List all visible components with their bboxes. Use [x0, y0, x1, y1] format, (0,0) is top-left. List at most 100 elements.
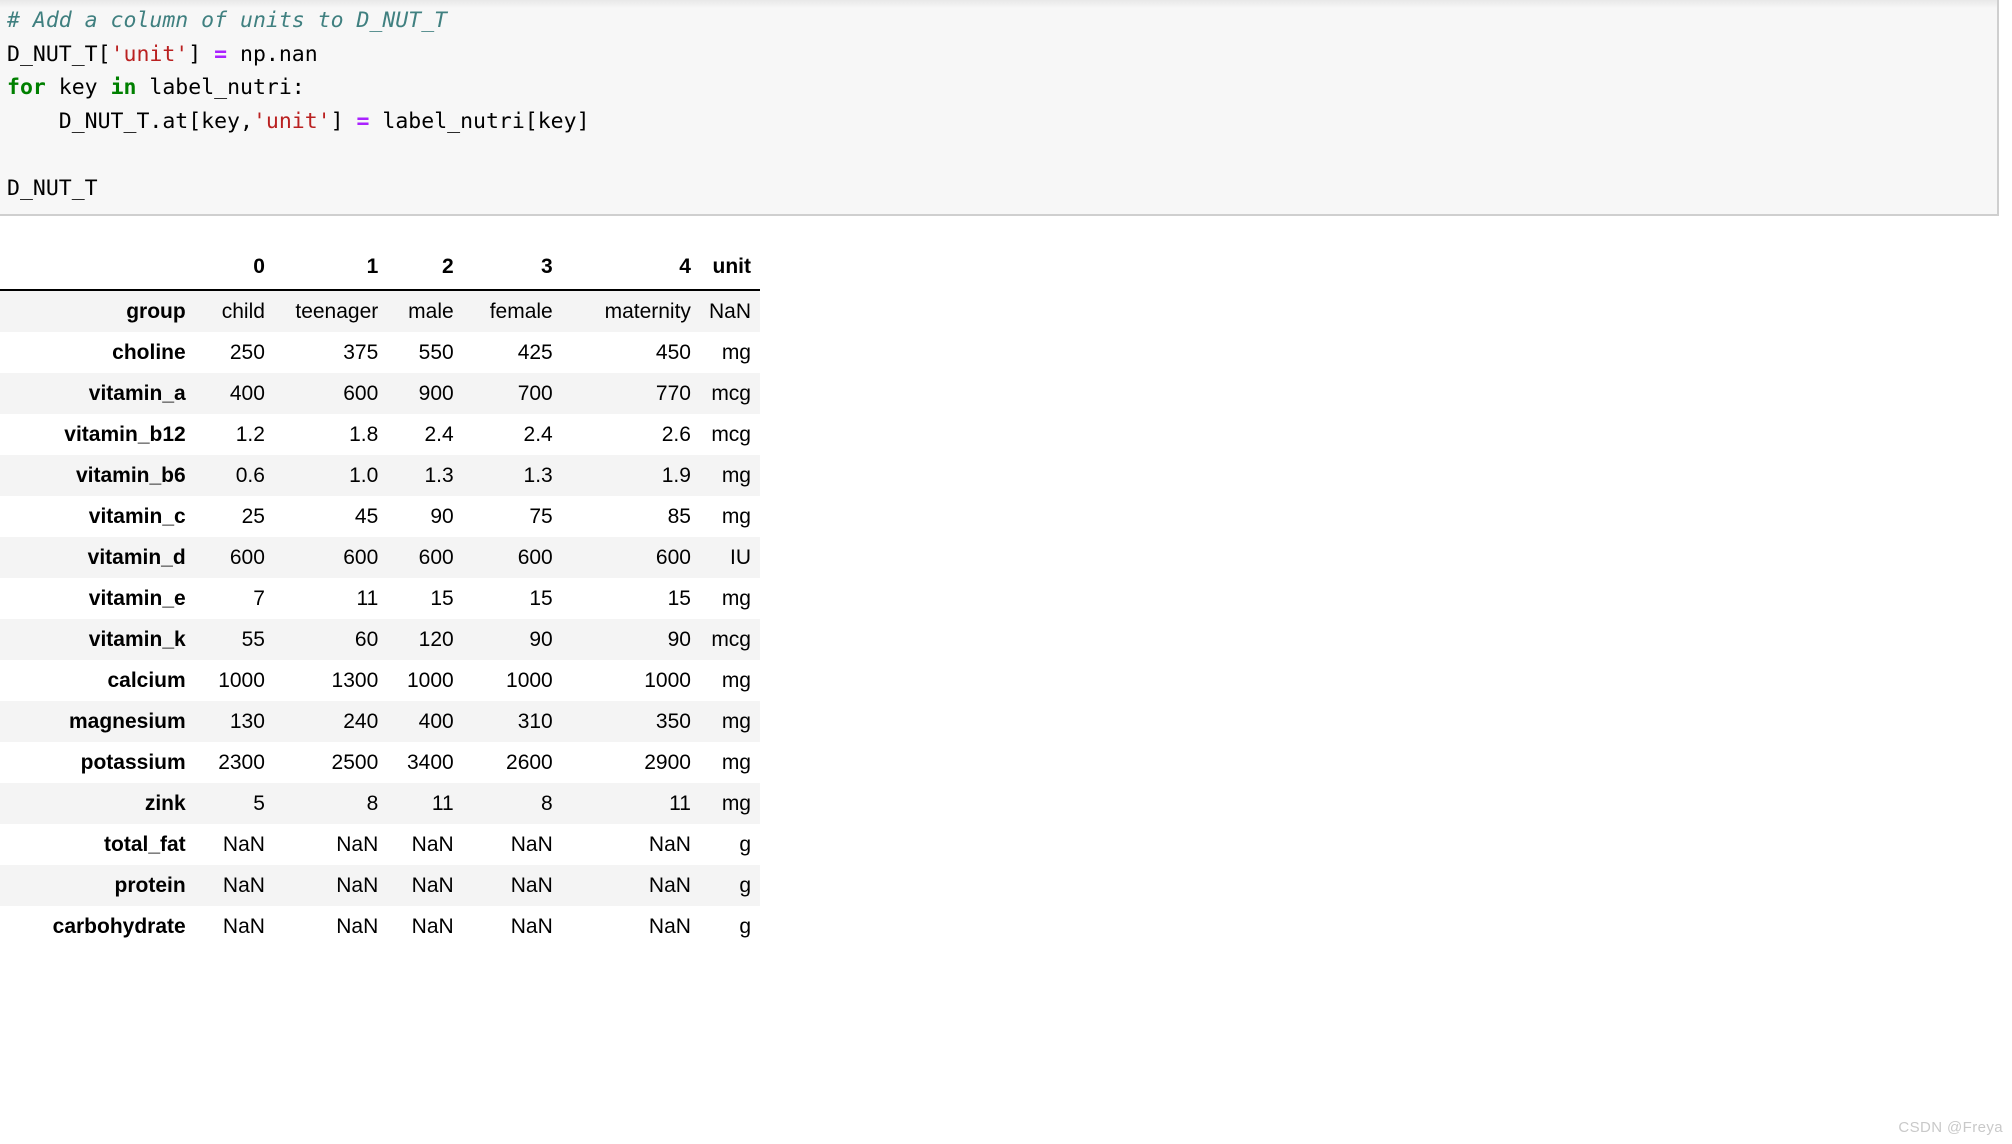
table-cell: NaN	[708, 300, 751, 323]
table-cell: 7	[253, 587, 265, 610]
table-cell: 400	[418, 710, 454, 733]
table-row: vitamin_a 400 600 900 700 770 mcg	[0, 373, 760, 414]
row-index-label: choline	[112, 341, 186, 364]
code-token-op: =	[214, 41, 228, 67]
table-cell: 75	[529, 505, 553, 528]
code-token-plain: D_NUT_T.at[key,	[7, 108, 253, 134]
table-cell: 1000	[406, 669, 454, 692]
table-cell: IU	[730, 546, 751, 569]
table-cell: NaN	[510, 833, 553, 856]
table-cell: 60	[354, 628, 379, 651]
table-cell: 1000	[218, 669, 265, 692]
table-cell: 2.4	[523, 423, 553, 446]
table-cell: g	[739, 915, 751, 938]
table-cell: NaN	[336, 874, 379, 897]
table-row: magnesium 130 240 400 310 350 mg	[0, 701, 760, 742]
row-index-label: vitamin_k	[88, 628, 186, 651]
table-cell: NaN	[222, 915, 265, 938]
code-line: D_NUT_T['unit'] = np.nan	[7, 38, 1997, 72]
row-index-label: carbohydrate	[52, 915, 186, 938]
code-token-string: 'unit'	[252, 108, 331, 134]
code-line: for key in label_nutri:	[7, 71, 1997, 105]
table-cell: 90	[529, 628, 553, 651]
table-cell: NaN	[336, 833, 379, 856]
table-cell: mg	[721, 710, 751, 733]
table-cell: 900	[418, 382, 454, 405]
table-cell: g	[739, 874, 751, 897]
table-cell: 1000	[506, 669, 553, 692]
table-cell: 2500	[331, 751, 379, 774]
row-index-label: vitamin_b6	[75, 464, 186, 487]
table-cell: NaN	[510, 915, 553, 938]
table-cell: 375	[343, 341, 379, 364]
table-cell: 45	[354, 505, 379, 528]
table-cell: mg	[721, 792, 751, 815]
table-cell: NaN	[411, 833, 454, 856]
code-token-keyword: for	[7, 75, 46, 100]
table-cell: 15	[529, 587, 553, 610]
table-cell: 15	[667, 587, 691, 610]
table-cell: 1.2	[235, 423, 265, 446]
table-cell: 1000	[644, 669, 691, 692]
table-cell: NaN	[222, 874, 265, 897]
code-token-string: 'unit'	[110, 41, 189, 67]
table-cell: 1300	[331, 669, 379, 692]
row-index-label: total_fat	[104, 833, 186, 856]
table-cell: 600	[343, 382, 379, 405]
code-token-plain: D_NUT_T	[7, 175, 98, 201]
table-cell: 2.4	[424, 423, 454, 446]
table-cell: 0.6	[235, 464, 265, 487]
table-row: zink 5 8 11 8 11 mg	[0, 783, 760, 824]
row-index-label: group	[126, 300, 186, 323]
table-cell: 25	[241, 505, 265, 528]
table-row: vitamin_b6 0.6 1.0 1.3 1.3 1.9 mg	[0, 455, 760, 496]
table-cell: NaN	[222, 833, 265, 856]
table-cell: NaN	[336, 915, 379, 938]
table-cell: mg	[721, 505, 751, 528]
table-row: choline 250 375 550 425 450 mg	[0, 332, 760, 373]
notebook-code-cell[interactable]: # Add a column of units to D_NUT_T D_NUT_…	[0, 0, 1999, 216]
table-header-row: 0 1 2 3 4 unit	[0, 246, 760, 290]
row-index-label: calcium	[107, 669, 186, 692]
table-cell: 11	[669, 792, 691, 815]
table-cell: 90	[667, 628, 691, 651]
table-row: vitamin_b12 1.2 1.8 2.4 2.4 2.6 mcg	[0, 414, 760, 455]
table-cell: mg	[721, 341, 751, 364]
row-index-label: vitamin_d	[87, 546, 186, 569]
table-cell: 1.3	[424, 464, 454, 487]
table-row: vitamin_e 7 11 15 15 15 mg	[0, 578, 760, 619]
row-index-label: vitamin_b12	[64, 423, 186, 446]
table-cell: 600	[517, 546, 553, 569]
code-token-plain: D_NUT_T[	[7, 41, 111, 67]
table-cell: 5	[253, 792, 265, 815]
dataframe-output: 0 1 2 3 4 unit group child teenager male female ma…	[0, 246, 760, 947]
code-token-plain: key	[45, 75, 111, 100]
table-cell: 1.8	[349, 423, 379, 446]
table-cell: 600	[343, 546, 379, 569]
index-header	[0, 246, 195, 290]
table-cell: NaN	[510, 874, 553, 897]
table-cell: 310	[517, 710, 553, 733]
row-index-label: zink	[144, 792, 186, 815]
table-body: group child teenager male female maternity NaN…	[0, 290, 760, 947]
table-cell: 240	[343, 710, 379, 733]
row-index-label: magnesium	[68, 710, 186, 733]
table-cell: 11	[431, 792, 454, 815]
table-row: calcium 1000 1300 1000 1000 1000 mg	[0, 660, 760, 701]
table-row: carbohydrate NaN NaN NaN NaN NaN g	[0, 906, 760, 947]
table-cell: 1.3	[523, 464, 553, 487]
column-header-1: 1	[366, 255, 379, 278]
code-token-plain: label_nutri:	[136, 75, 305, 100]
table-cell: 450	[655, 341, 691, 364]
row-index-label: vitamin_e	[88, 587, 186, 610]
column-header-4: 4	[679, 255, 691, 278]
table-cell: mg	[721, 587, 751, 610]
table-head: 0 1 2 3 4 unit	[0, 246, 760, 290]
table-row: vitamin_d 600 600 600 600 600 IU	[0, 537, 760, 578]
table-cell: maternity	[604, 300, 691, 323]
table-cell: 2600	[506, 751, 553, 774]
table-cell: mcg	[711, 423, 751, 446]
table-cell: NaN	[648, 833, 691, 856]
code-source[interactable]: # Add a column of units to D_NUT_T D_NUT_…	[0, 0, 1997, 205]
